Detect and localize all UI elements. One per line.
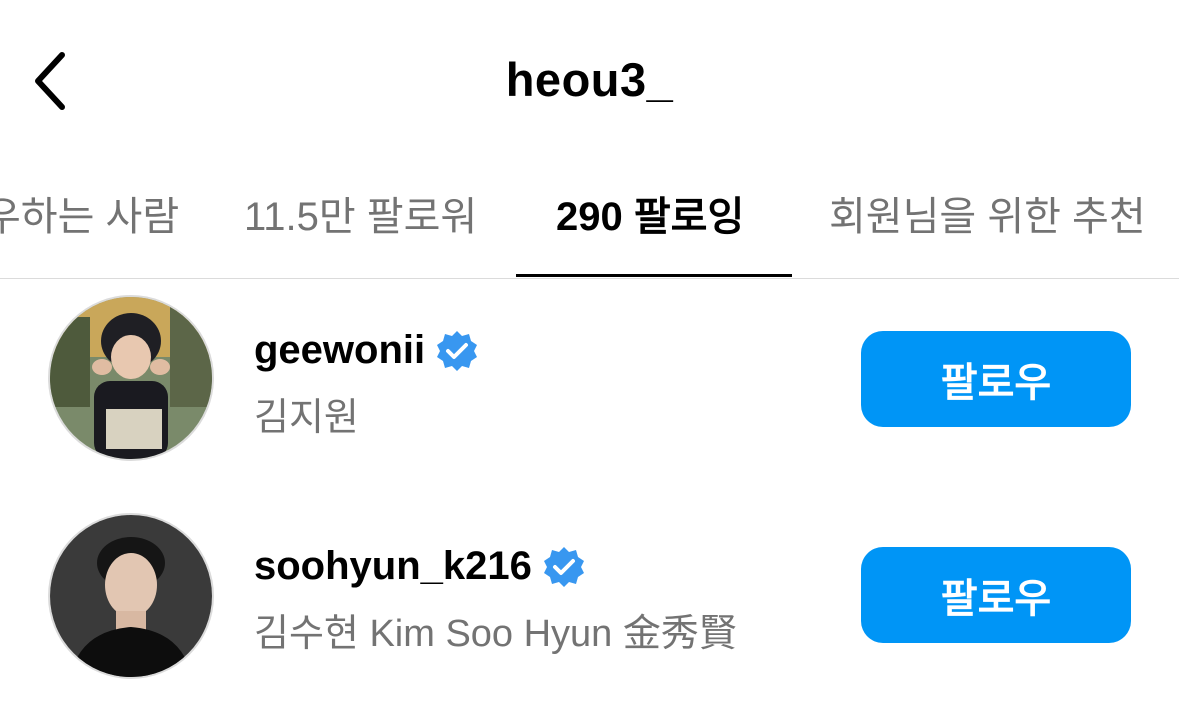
tab-following[interactable]: 290 팔로잉	[556, 187, 744, 247]
list-item: geewonii 김지원 팔로우	[0, 278, 1179, 468]
full-name: 김수현 Kim Soo Hyun 金秀賢	[254, 613, 737, 655]
username-link[interactable]: geewonii	[254, 328, 479, 373]
follow-button[interactable]: 팔로우	[861, 331, 1131, 427]
tab-bar: 우하는 사람 11.5만 팔로워 290 팔로잉 회원님을 위한 추천	[0, 165, 1179, 279]
username-link[interactable]: soohyun_k216	[254, 544, 586, 589]
list-item: soohyun_k216 김수현 Kim Soo Hyun 金秀賢 팔로우	[0, 498, 1179, 688]
avatar-image	[50, 297, 212, 459]
top-header: heou3_	[0, 0, 1179, 165]
avatar[interactable]	[48, 513, 214, 679]
username: soohyun_k216	[254, 544, 532, 588]
page-title: heou3_	[505, 53, 674, 106]
full-name: 김지원	[254, 397, 359, 439]
tab-mutual-followers[interactable]: 우하는 사람	[0, 187, 179, 247]
avatar-image	[50, 515, 212, 677]
username: geewonii	[254, 328, 426, 372]
active-tab-indicator	[516, 274, 792, 277]
tab-suggested[interactable]: 회원님을 위한 추천	[829, 187, 1146, 247]
avatar[interactable]	[48, 295, 214, 461]
follow-button[interactable]: 팔로우	[861, 547, 1131, 643]
tab-followers[interactable]: 11.5만 팔로워	[244, 187, 477, 247]
verified-badge-icon	[543, 546, 584, 587]
verified-badge-icon	[437, 330, 478, 371]
